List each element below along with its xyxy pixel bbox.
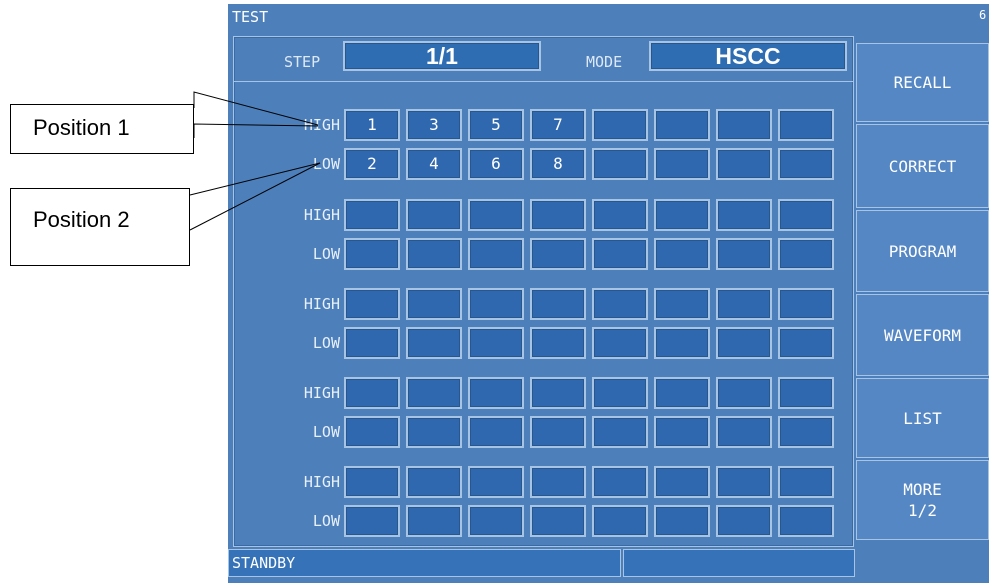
leader-line-1 [193, 91, 319, 126]
leader-line-1b [193, 123, 319, 138]
leader-line-2a [189, 162, 321, 196]
leader-line-2b [189, 162, 321, 231]
callout-leader-lines [189, 91, 321, 231]
